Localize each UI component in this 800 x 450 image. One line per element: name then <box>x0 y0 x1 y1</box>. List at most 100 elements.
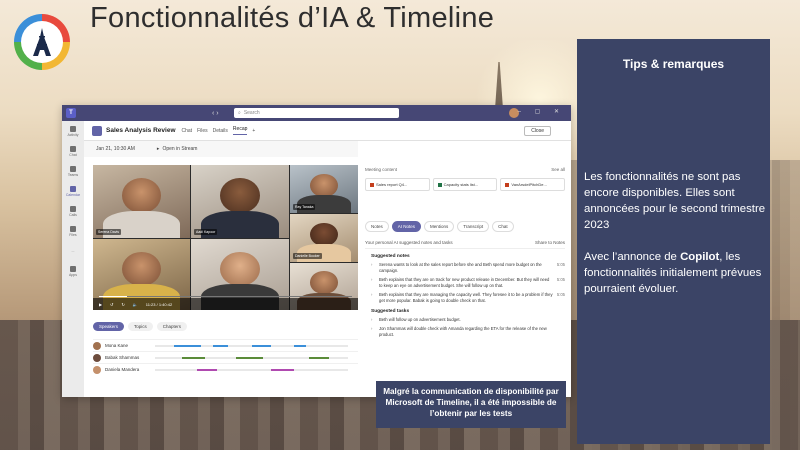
suggested-notes-title: Suggested notes <box>371 254 410 259</box>
tab-details[interactable]: Details <box>213 128 228 134</box>
video-controls: ▶ ↺ ↻ 🔈 11:23 / 1:40:42 <box>93 298 358 310</box>
task-item[interactable]: Beth will follow up on advertisement bud… <box>371 317 553 323</box>
tips-paragraph-availability: Les fonctionnalités ne sont pas encore d… <box>584 171 766 231</box>
chip-topics[interactable]: Topics <box>128 322 153 331</box>
speaker-name: Daniela Mandera <box>105 367 140 372</box>
note-item[interactable]: Beth explains that they are managing the… <box>371 292 565 304</box>
chip-speakers[interactable]: Speakers <box>93 322 125 331</box>
rail-label: Calls <box>69 212 77 217</box>
rail-label: Chat <box>69 152 77 157</box>
phone-icon <box>70 205 76 212</box>
tab-notes[interactable]: Notes <box>365 221 389 232</box>
participant-name: Danielle Booker <box>293 253 322 259</box>
rail-label: Activity <box>67 132 79 137</box>
rail-apps[interactable]: Apps <box>62 261 84 281</box>
video-progress-fill <box>99 295 127 297</box>
note-time: 5:05 <box>556 277 565 282</box>
speech-segment <box>174 344 202 347</box>
rail-calls[interactable]: Calls <box>62 201 84 221</box>
tips-panel: Tips & remarques Les fonctionnalités ne … <box>577 39 770 444</box>
ai-notes-subtitle: Your personal AI suggested notes and tas… <box>365 240 453 245</box>
participant-face <box>220 178 260 214</box>
note-text: Serena wants to look at the sales report… <box>379 262 542 273</box>
forward-icon[interactable]: ↻ <box>121 302 124 307</box>
volume-icon[interactable]: 🔈 <box>133 302 138 307</box>
teams-logo-icon: T <box>66 108 76 118</box>
note-time: 5:05 <box>556 292 565 297</box>
speaker-timeline: Mona Kane Babak Shammas Daniela Mandera <box>93 339 358 375</box>
search-placeholder: Search <box>243 110 260 116</box>
note-item[interactable]: Serena wants to look at the sales report… <box>371 262 565 274</box>
speaker-name: Mona Kane <box>105 343 129 348</box>
search-input[interactable]: ⌕ Search <box>234 108 399 118</box>
avatar <box>93 353 101 362</box>
tab-ai-notes[interactable]: AI Notes <box>391 221 422 232</box>
rail-activity[interactable]: Activity <box>62 121 84 141</box>
eiffel-tower-icon <box>21 21 63 63</box>
speech-segment <box>251 344 271 347</box>
speaker-row[interactable]: Mona Kane <box>93 339 358 351</box>
participant-name: Ray Tanaka <box>293 204 316 210</box>
note-item[interactable]: Beth explains that they are on track for… <box>371 277 565 289</box>
video-tile: Aadi Kapoor <box>191 165 289 238</box>
speaker-track[interactable] <box>155 356 348 359</box>
window-controls[interactable]: – ▢ ✕ <box>518 108 565 115</box>
speech-segment <box>182 356 206 359</box>
recording-video[interactable]: Serena Davis Aadi Kapoor Ray Tanaka Dani… <box>93 165 358 310</box>
tab-chat[interactable]: Chat <box>492 221 514 232</box>
speaker-track[interactable] <box>155 344 348 347</box>
note-time: 5:05 <box>556 262 565 267</box>
nav-arrows-icon[interactable]: ‹ › <box>212 110 219 117</box>
apps-icon <box>70 265 76 272</box>
task-item[interactable]: Jon Shammas will double check with Amand… <box>371 326 553 338</box>
meeting-date[interactable]: Jan 21, 10:30 AM <box>96 146 135 152</box>
app-rail: Activity Chat Teams Calendar Calls Files… <box>62 121 84 397</box>
rail-calendar[interactable]: Calendar <box>62 181 84 201</box>
rewind-icon[interactable]: ↺ <box>110 302 113 307</box>
participant-name: Aadi Kapoor <box>194 229 218 235</box>
open-in-stream-link[interactable]: Open in Stream <box>162 146 197 152</box>
file-icon <box>437 182 442 187</box>
chip-chapters[interactable]: Chapters <box>156 322 188 331</box>
play-icon[interactable]: ▶ <box>99 302 102 307</box>
rail-label: Apps <box>69 272 77 277</box>
timeline-caption: Malgré la communication de disponibilité… <box>376 381 566 428</box>
speech-segment <box>309 356 329 359</box>
copilot-label: Copilot <box>680 251 720 263</box>
rail-more[interactable]: ... <box>62 241 84 261</box>
note-text: Beth explains that they are managing the… <box>379 292 553 303</box>
slide-title: Fonctionnalités d’IA & Timeline <box>90 2 495 34</box>
tab-transcript[interactable]: Transcript <box>457 221 490 232</box>
rail-label: Calendar <box>65 192 81 197</box>
speaker-row[interactable]: Babak Shammas <box>93 351 358 363</box>
notes-tabs: Notes AI Notes Mentions Transcript Chat <box>365 221 565 232</box>
speaker-name: Babak Shammas <box>105 355 140 360</box>
meeting-content-title: Meeting content <box>365 167 398 172</box>
video-progress-bar[interactable] <box>99 295 352 297</box>
rail-files[interactable]: Files <box>62 221 84 241</box>
file-card[interactable]: VanArsdelPitchDe... <box>500 178 566 191</box>
participant-face <box>310 173 338 197</box>
task-text: Beth will follow up on advertisement bud… <box>379 317 461 322</box>
tab-files[interactable]: Files <box>197 128 208 134</box>
see-all-link[interactable]: See all <box>551 167 565 172</box>
add-tab-icon[interactable]: + <box>252 128 255 134</box>
rail-label: Files <box>69 232 77 237</box>
stream-icon: ▸ <box>156 146 160 152</box>
suggested-tasks-title: Suggested tasks <box>371 309 410 314</box>
tab-mentions[interactable]: Mentions <box>424 221 455 232</box>
close-button[interactable]: Close <box>524 126 551 136</box>
file-card[interactable]: Sales report Q4... <box>365 178 430 191</box>
share-to-notes-button[interactable]: Share to Notes <box>535 240 565 245</box>
rail-chat[interactable]: Chat <box>62 141 84 161</box>
calendar-icon <box>70 185 76 192</box>
rail-teams[interactable]: Teams <box>62 161 84 181</box>
speaker-track[interactable] <box>155 368 348 371</box>
rail-label: Teams <box>67 172 79 177</box>
tab-chat[interactable]: Chat <box>182 128 193 134</box>
tips-p2-prefix: Avec l’annonce de <box>584 251 681 263</box>
tab-recap[interactable]: Recap <box>232 126 248 135</box>
file-card[interactable]: Capacity stats list... <box>432 178 498 191</box>
file-list: Sales report Q4... Capacity stats list..… <box>365 178 566 191</box>
speaker-row[interactable]: Daniela Mandera <box>93 363 358 375</box>
